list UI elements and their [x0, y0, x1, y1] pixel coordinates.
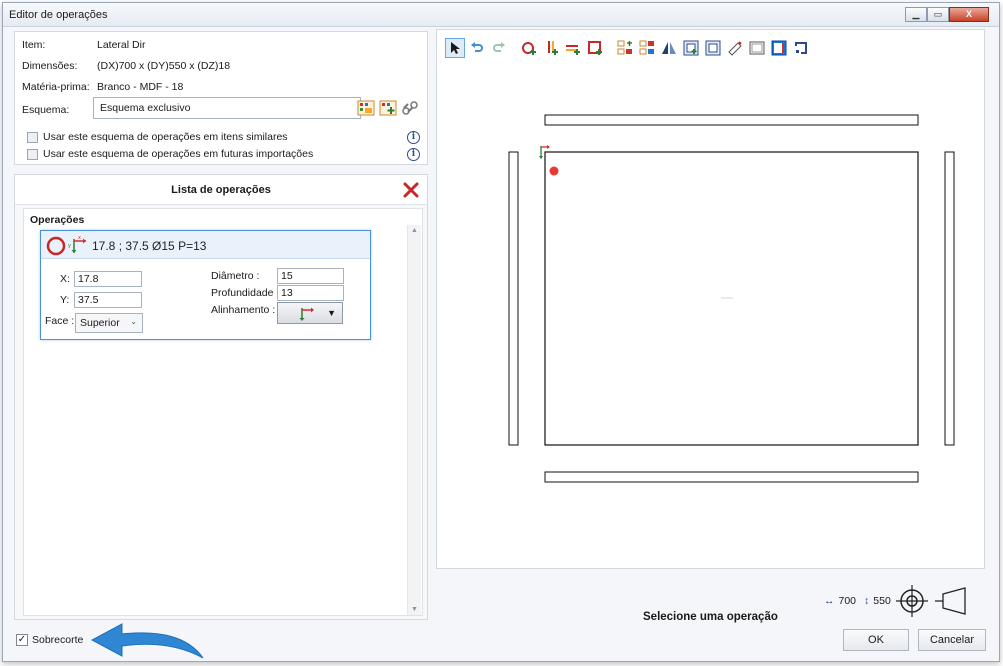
hint-arrow-icon: [90, 623, 204, 659]
svg-text:y: y: [68, 243, 71, 249]
operations-title: Lista de operações: [171, 184, 271, 196]
height-arrow-icon: ↕: [864, 595, 870, 607]
face-select-value: Superior: [80, 317, 120, 329]
target-icon[interactable]: [895, 584, 929, 618]
part-drawing[interactable]: [437, 30, 986, 570]
window-controls: ▁ ▭ X: [905, 7, 989, 22]
minimize-button[interactable]: ▁: [905, 7, 927, 22]
depth-input[interactable]: 13: [277, 285, 344, 301]
future-imports-option[interactable]: Usar este esquema de operações em futura…: [27, 148, 313, 160]
similar-items-label: Usar este esquema de operações em itens …: [43, 131, 288, 143]
unlink-schema-icon[interactable]: [401, 100, 419, 116]
edit-schema-icon[interactable]: [357, 100, 375, 116]
x-label: X:: [60, 273, 70, 285]
material-value: Branco - MDF - 18: [97, 81, 184, 93]
sobrecorte-checkbox[interactable]: ✓: [16, 634, 28, 646]
delete-operation-icon[interactable]: [401, 180, 421, 200]
operations-scrollbar[interactable]: ▲ ▼: [407, 225, 421, 615]
width-arrow-icon: ↔: [824, 595, 835, 607]
cancel-button[interactable]: Cancelar: [918, 629, 986, 651]
face-label: Face :: [45, 315, 75, 327]
right-edge-strip: [944, 151, 955, 446]
similar-items-checkbox[interactable]: [27, 131, 38, 143]
sobrecorte-option[interactable]: ✓ Sobrecorte: [16, 634, 83, 646]
sobrecorte-label: Sobrecorte: [32, 634, 84, 646]
operation-summary: 17.8 ; 37.5 Ø15 P=13: [92, 239, 207, 253]
window-title: Editor de operações: [9, 9, 108, 21]
operation-card[interactable]: y x 17.8 ; 37.5 Ø15 P=13 X: 17.8 Y: 37.5…: [40, 230, 371, 340]
dimensions-label: Dimensões:: [22, 60, 78, 72]
future-imports-label: Usar este esquema de operações em futura…: [43, 148, 314, 160]
operations-list-panel: Lista de operações Operações ▲ ▼ y x 17.…: [14, 174, 428, 620]
material-label: Matéria-prima:: [22, 81, 90, 93]
caret-down-icon: ▼: [327, 308, 336, 318]
title-bar[interactable]: Editor de operações ▁ ▭ X: [3, 3, 999, 27]
diameter-input[interactable]: 15: [277, 268, 344, 284]
item-label: Item:: [22, 39, 46, 51]
similar-items-option[interactable]: Usar este esquema de operações em itens …: [27, 131, 288, 143]
scroll-down-icon[interactable]: ▼: [411, 606, 418, 613]
svg-text:x: x: [78, 235, 81, 241]
hole-icon: y x: [46, 235, 86, 256]
dimensions-value: (DX)700 x (DY)550 x (DZ)18: [97, 60, 231, 72]
depth-label: Profundidade :: [211, 287, 280, 299]
top-edge-strip: [544, 114, 919, 126]
status-message: Selecione uma operação: [643, 611, 778, 623]
x-input[interactable]: 17.8: [74, 271, 142, 287]
new-schema-icon[interactable]: [379, 100, 397, 116]
alignment-select[interactable]: ▼: [277, 302, 343, 324]
perspective-view-icon[interactable]: [933, 586, 969, 616]
maximize-button[interactable]: ▭: [927, 7, 949, 22]
operations-header: Lista de operações: [15, 175, 427, 205]
info-icon[interactable]: i: [407, 148, 420, 161]
width-value: 700: [838, 595, 857, 607]
drawing-canvas-panel: [436, 29, 985, 569]
alignment-label: Alinhamento :: [211, 304, 276, 316]
height-value: 550: [873, 595, 891, 607]
face-select[interactable]: Superior ⌄: [75, 313, 143, 333]
item-info-panel: Item: Lateral Dir Dimensões: (DX)700 x (…: [14, 31, 428, 165]
diameter-label: Diâmetro :: [211, 270, 260, 282]
dimension-readout: ↔ 700 ↕ 550: [824, 584, 969, 618]
future-imports-checkbox[interactable]: [27, 148, 38, 160]
ok-button[interactable]: OK: [843, 629, 909, 651]
bottom-edge-strip: [544, 471, 919, 483]
left-edge-strip: [508, 151, 519, 446]
scroll-up-icon[interactable]: ▲: [411, 227, 418, 234]
operations-list: Operações ▲ ▼ y x 17.8 ; 37.5 Ø15 P=13 X…: [23, 208, 423, 616]
schema-label: Esquema:: [22, 104, 70, 116]
chevron-down-icon: ⌄: [130, 317, 137, 326]
y-input[interactable]: 37.5: [74, 292, 142, 308]
y-label: Y:: [60, 294, 70, 306]
item-value: Lateral Dir: [97, 39, 146, 51]
operations-section-label: Operações: [30, 214, 85, 226]
hole-marker: [549, 166, 559, 176]
schema-field[interactable]: Esquema exclusivo: [93, 97, 361, 119]
alignment-axis-icon: [299, 307, 314, 321]
operation-card-header[interactable]: y x 17.8 ; 37.5 Ø15 P=13: [41, 231, 370, 259]
close-button[interactable]: X: [949, 7, 989, 22]
info-icon[interactable]: i: [407, 131, 420, 144]
